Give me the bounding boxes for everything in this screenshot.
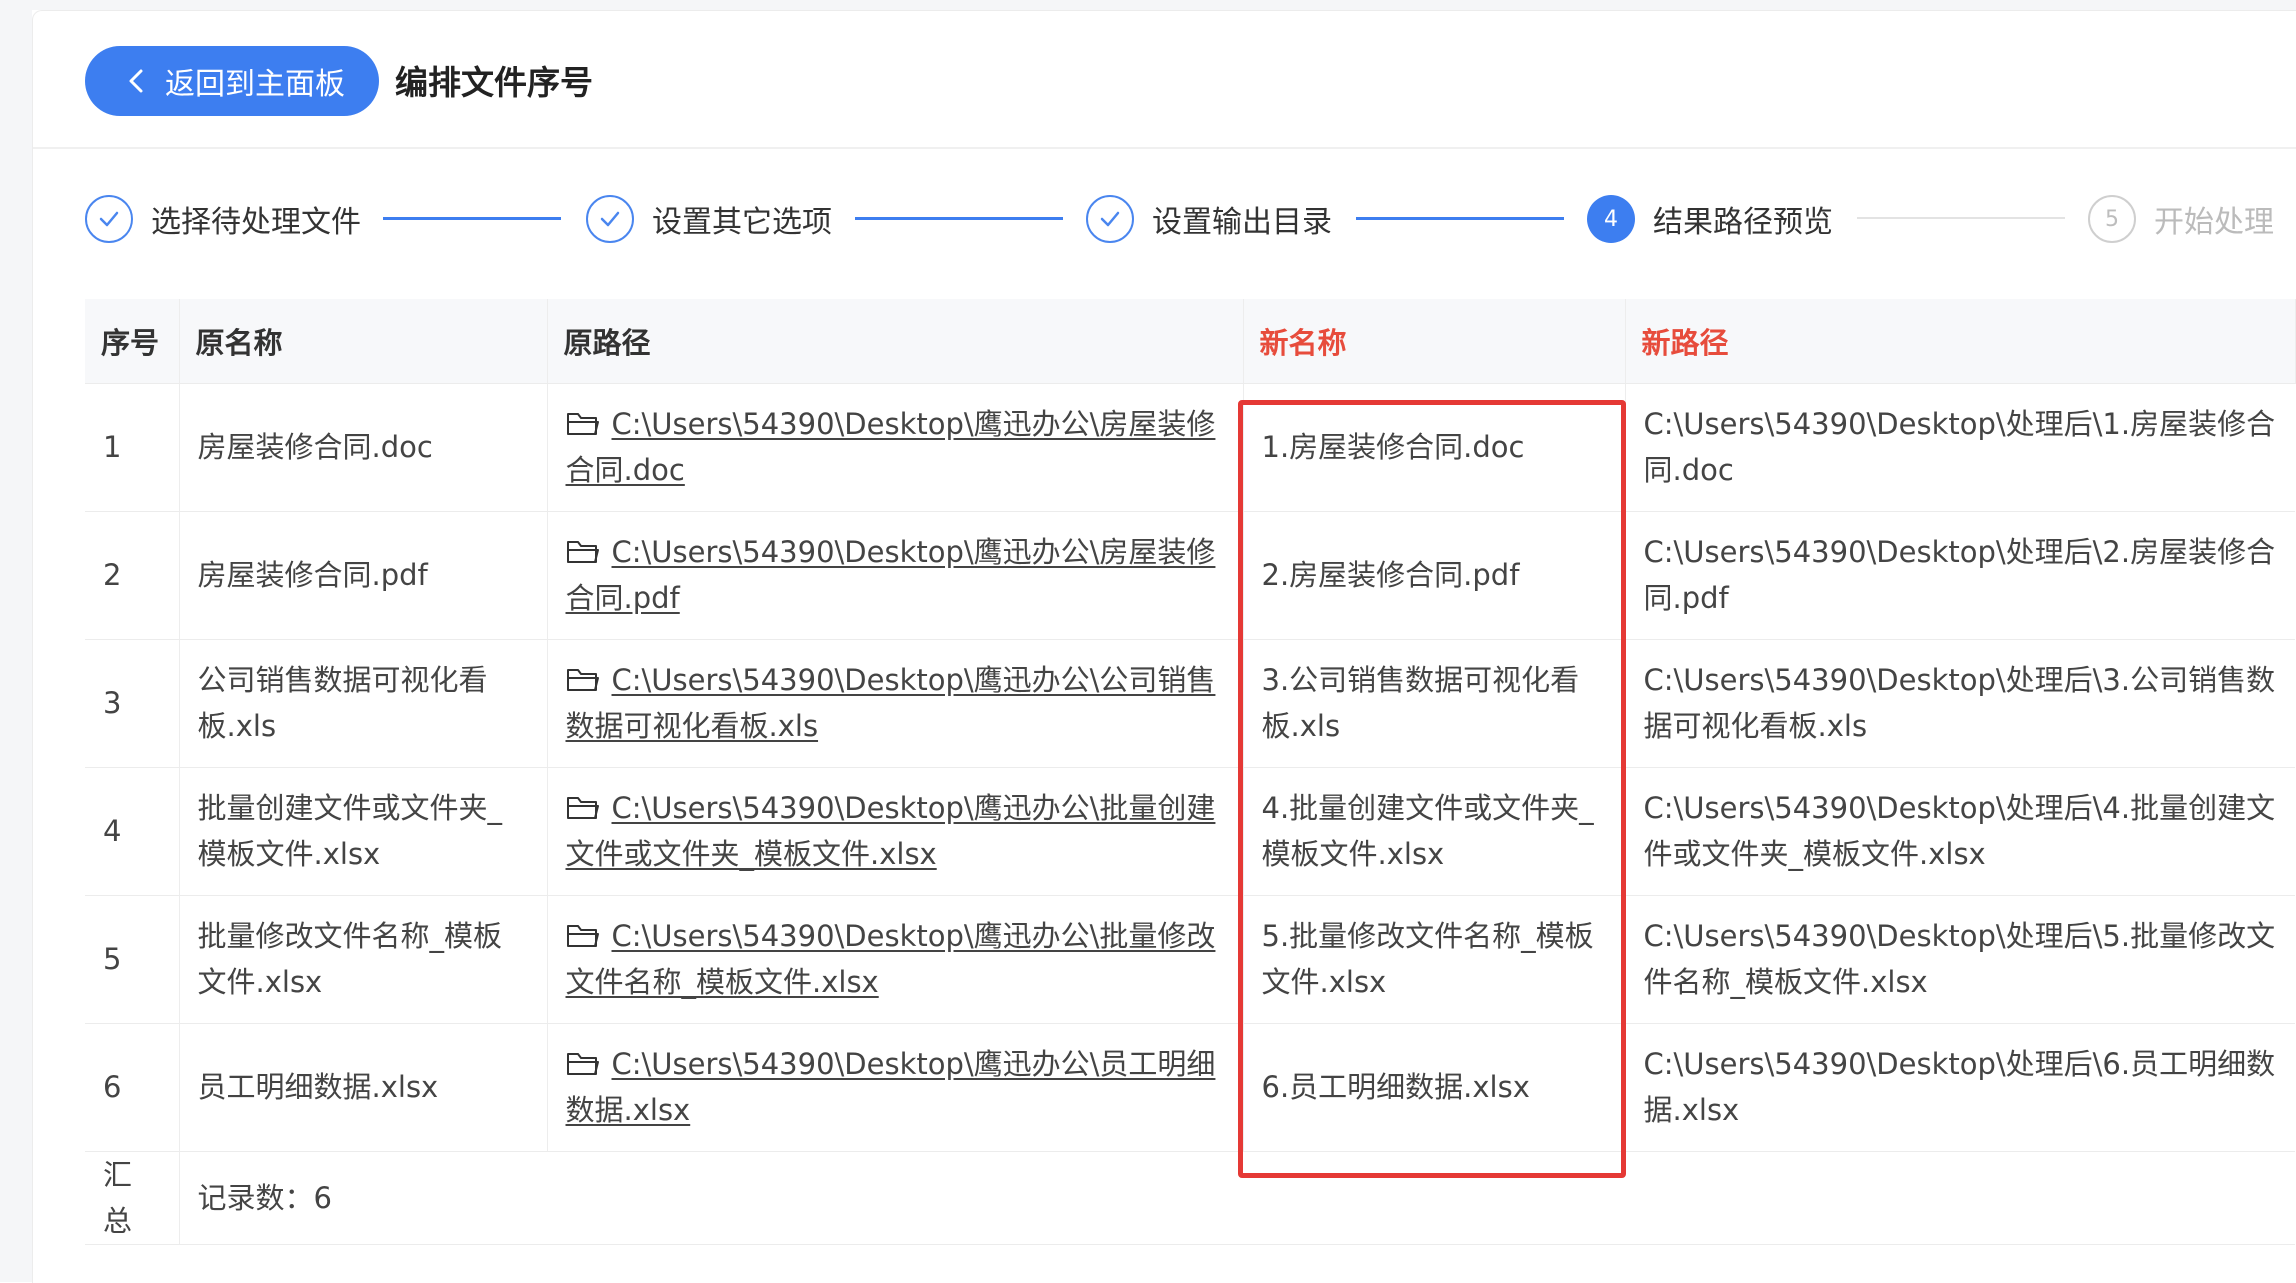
cell-original-path: C:\Users\54390\Desktop\鹰迅办公\房屋装修合同.doc (547, 383, 1244, 512)
cell-new-name: 6.员工明细数据.xlsx (1243, 1023, 1626, 1152)
step-connector (383, 217, 561, 220)
cell-new-name: 1.房屋装修合同.doc (1243, 383, 1626, 512)
folder-icon[interactable] (566, 794, 600, 820)
cell-seq: 2 (85, 511, 180, 640)
cell-original-name: 批量创建文件或文件夹_模板文件.xlsx (179, 767, 548, 896)
back-button-label: 返回到主面板 (165, 67, 345, 102)
step-connector (1356, 217, 1564, 220)
cell-new-path: C:\Users\54390\Desktop\处理后\2.房屋装修合同.pdf (1625, 511, 2295, 640)
table-row[interactable]: 4 批量创建文件或文件夹_模板文件.xlsx C:\Users\54390\Desk… (85, 767, 2295, 896)
folder-icon[interactable] (566, 666, 600, 692)
step-label: 设置输出目录 (1152, 205, 1332, 240)
cell-original-path: C:\Users\54390\Desktop\鹰迅办公\员工明细数据.xlsx (547, 1023, 1244, 1152)
step-check-icon (85, 195, 133, 243)
original-path-link[interactable]: C:\Users\54390\Desktop\鹰迅办公\公司销售数据可视化看板.… (566, 663, 1216, 743)
step-other-options[interactable]: 设置其它选项 (586, 191, 832, 247)
step-start-processing[interactable]: 5 开始处理 (2088, 191, 2274, 247)
step-label: 开始处理 (2154, 205, 2274, 240)
step-check-icon (1086, 195, 1134, 243)
preview-table: 序号 原名称 原路径 新名称 新路径 1 房屋装修合同.doc C:\Users\5… (85, 299, 2296, 1245)
step-label: 设置其它选项 (652, 205, 832, 240)
chevron-left-icon (129, 69, 143, 93)
cell-new-path: C:\Users\54390\Desktop\处理后\5.批量修改文件名称_模板… (1625, 895, 2295, 1024)
table-row[interactable]: 5 批量修改文件名称_模板文件.xlsx C:\Users\54390\Deskto… (85, 895, 2295, 1024)
original-path-link[interactable]: C:\Users\54390\Desktop\鹰迅办公\批量修改文件名称_模板文… (566, 919, 1216, 999)
cell-new-path: C:\Users\54390\Desktop\处理后\4.批量创建文件或文件夹_… (1625, 767, 2295, 896)
cell-seq: 6 (85, 1023, 180, 1152)
main-panel: 返回到主面板 编排文件序号 选择待处理文件 设置其它选项 设置输出目录 4 结果… (32, 10, 2296, 1283)
table-row[interactable]: 6 员工明细数据.xlsx C:\Users\54390\Desktop\鹰迅办公\… (85, 1023, 2295, 1152)
table-row[interactable]: 2 房屋装修合同.pdf C:\Users\54390\Desktop\鹰迅办公\房… (85, 511, 2295, 640)
column-header-seq[interactable]: 序号 (85, 299, 180, 384)
column-header-new-name[interactable]: 新名称 (1243, 299, 1626, 384)
original-path-link[interactable]: C:\Users\54390\Desktop\鹰迅办公\批量创建文件或文件夹_模… (566, 791, 1216, 871)
column-header-new-path[interactable]: 新路径 (1625, 299, 2296, 384)
step-label: 选择待处理文件 (151, 205, 361, 240)
window-top-strip (0, 0, 2296, 10)
column-header-name[interactable]: 原名称 (179, 299, 548, 384)
table-row[interactable]: 3 公司销售数据可视化看板.xls C:\Users\54390\Desktop\鹰… (85, 639, 2295, 768)
cell-new-path: C:\Users\54390\Desktop\处理后\6.员工明细数据.xlsx (1625, 1023, 2295, 1152)
original-path-link[interactable]: C:\Users\54390\Desktop\鹰迅办公\房屋装修合同.doc (566, 407, 1216, 487)
folder-icon[interactable] (566, 538, 600, 564)
cell-original-name: 公司销售数据可视化看板.xls (179, 639, 548, 768)
step-number-badge: 4 (1587, 195, 1635, 243)
cell-original-path: C:\Users\54390\Desktop\鹰迅办公\公司销售数据可视化看板.… (547, 639, 1244, 768)
cell-seq: 4 (85, 767, 180, 896)
cell-original-name: 房屋装修合同.pdf (179, 511, 548, 640)
summary-label: 汇总 (85, 1151, 180, 1245)
step-connector (855, 217, 1063, 220)
step-output-dir[interactable]: 设置输出目录 (1086, 191, 1332, 247)
original-path-link[interactable]: C:\Users\54390\Desktop\鹰迅办公\房屋装修合同.pdf (566, 535, 1216, 615)
cell-new-name: 5.批量修改文件名称_模板文件.xlsx (1243, 895, 1626, 1024)
step-check-icon (586, 195, 634, 243)
original-path-link[interactable]: C:\Users\54390\Desktop\鹰迅办公\员工明细数据.xlsx (566, 1047, 1216, 1127)
folder-icon[interactable] (566, 1050, 600, 1076)
table-row[interactable]: 1 房屋装修合同.doc C:\Users\54390\Desktop\鹰迅办公\房… (85, 383, 2295, 512)
cell-original-name: 房屋装修合同.doc (179, 383, 548, 512)
cell-original-name: 员工明细数据.xlsx (179, 1023, 548, 1152)
page-header: 返回到主面板 编排文件序号 (33, 11, 2296, 149)
cell-seq: 3 (85, 639, 180, 768)
cell-new-name: 4.批量创建文件或文件夹_模板文件.xlsx (1243, 767, 1626, 896)
page-title: 编排文件序号 (395, 63, 593, 102)
back-to-dashboard-button[interactable]: 返回到主面板 (85, 46, 379, 116)
summary-row: 汇总 记录数：6 (85, 1151, 2295, 1245)
window-left-strip (0, 0, 32, 1282)
cell-new-name: 3.公司销售数据可视化看板.xls (1243, 639, 1626, 768)
cell-original-path: C:\Users\54390\Desktop\鹰迅办公\房屋装修合同.pdf (547, 511, 1244, 640)
step-label: 结果路径预览 (1653, 205, 1833, 240)
step-number-badge: 5 (2088, 195, 2136, 243)
cell-original-path: C:\Users\54390\Desktop\鹰迅办公\批量修改文件名称_模板文… (547, 895, 1244, 1024)
step-connector (1857, 217, 2065, 219)
cell-seq: 5 (85, 895, 180, 1024)
cell-original-path: C:\Users\54390\Desktop\鹰迅办公\批量创建文件或文件夹_模… (547, 767, 1244, 896)
steps-bar: 选择待处理文件 设置其它选项 设置输出目录 4 结果路径预览 5 开始处理 (33, 191, 2296, 261)
folder-icon[interactable] (566, 922, 600, 948)
folder-icon[interactable] (566, 410, 600, 436)
step-result-preview[interactable]: 4 结果路径预览 (1587, 191, 1833, 247)
table-header-row: 序号 原名称 原路径 新名称 新路径 (85, 299, 2296, 384)
cell-new-path: C:\Users\54390\Desktop\处理后\1.房屋装修合同.doc (1625, 383, 2295, 512)
column-header-path[interactable]: 原路径 (547, 299, 1244, 384)
step-select-files[interactable]: 选择待处理文件 (85, 191, 361, 247)
record-count: 记录数：6 (179, 1151, 2295, 1245)
cell-new-path: C:\Users\54390\Desktop\处理后\3.公司销售数据可视化看板… (1625, 639, 2295, 768)
cell-original-name: 批量修改文件名称_模板文件.xlsx (179, 895, 548, 1024)
cell-seq: 1 (85, 383, 180, 512)
cell-new-name: 2.房屋装修合同.pdf (1243, 511, 1626, 640)
